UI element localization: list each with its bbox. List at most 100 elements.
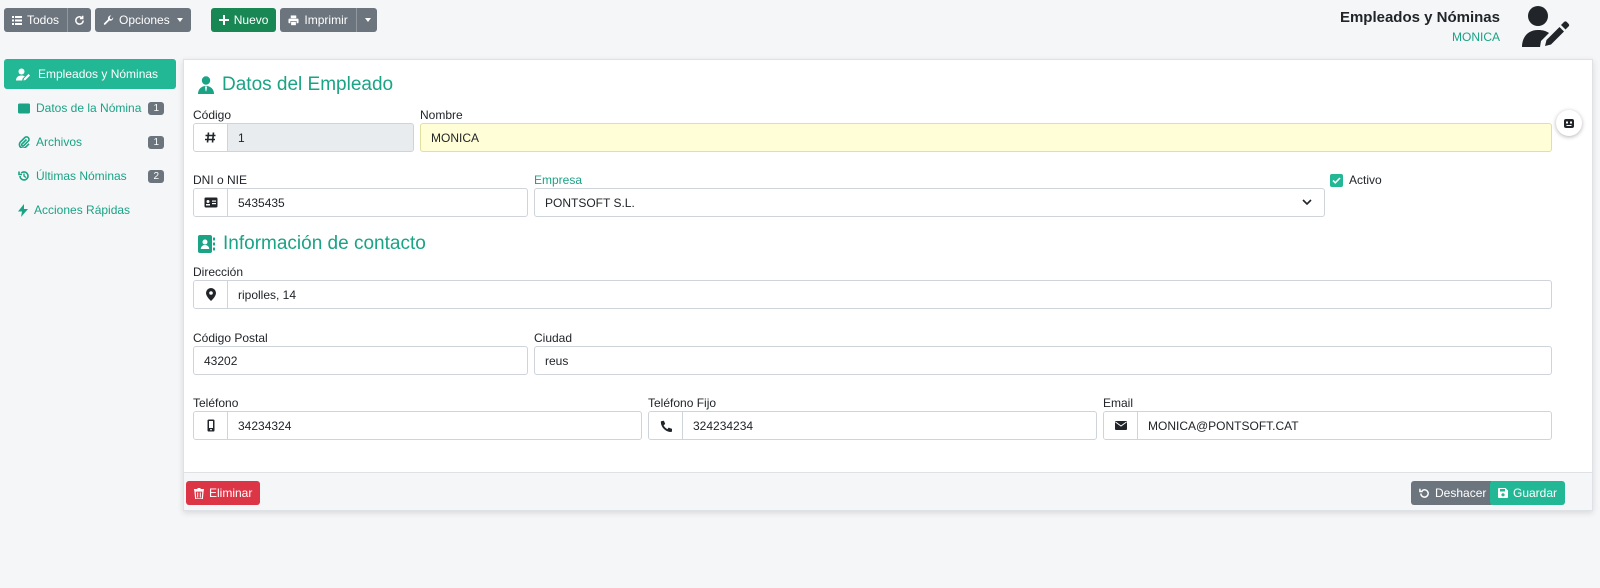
empresa-select[interactable]: PONTSOFT S.L. <box>534 188 1325 217</box>
nombre-field[interactable]: MONICA <box>420 123 1552 152</box>
fijo-label: Teléfono Fijo <box>648 396 717 410</box>
history-icon <box>18 171 29 181</box>
nuevo-button[interactable]: Nuevo <box>210 8 277 32</box>
direccion-field[interactable]: ripolles, 14 <box>193 280 1552 309</box>
user-edit-icon <box>16 68 30 80</box>
address-book-icon <box>198 235 215 253</box>
refresh-icon <box>75 15 84 25</box>
sidebar-item-acciones-rapidas[interactable]: Acciones Rápidas <box>4 195 176 225</box>
cp-label: Código Postal <box>193 331 268 345</box>
opciones-button[interactable]: Opciones <box>95 8 191 32</box>
toolbar: Todos Opciones Nuevo Imprimir <box>4 8 377 32</box>
sidebar-item-datos-nomina[interactable]: Datos de la Nómina 1 <box>4 93 176 123</box>
paperclip-icon <box>18 136 30 148</box>
printer-icon <box>288 14 299 26</box>
employee-form-card: Datos del Empleado Código 1 Nombre MONIC… <box>183 59 1593 511</box>
codigo-value: 1 <box>238 130 245 145</box>
sidebar-item-label: Acciones Rápidas <box>34 203 131 217</box>
ciudad-value: reus <box>545 353 569 368</box>
user-edit-icon <box>1522 6 1570 47</box>
chevron-down-icon <box>1302 199 1312 206</box>
phone-icon <box>649 412 683 439</box>
assistant-button[interactable] <box>1556 110 1582 136</box>
nombre-value: MONICA <box>431 130 479 145</box>
telefono-field[interactable]: 34234324 <box>193 411 642 440</box>
mobile-icon <box>194 412 228 439</box>
header: Empleados y Nóminas MONICA <box>1340 9 1500 44</box>
codigo-field[interactable]: 1 <box>193 123 414 152</box>
email-field[interactable]: MONICA@PONTSOFT.CAT <box>1103 411 1552 440</box>
section-title-text: Información de contacto <box>223 233 426 254</box>
dni-value: 5435435 <box>238 195 285 210</box>
direccion-label: Dirección <box>193 265 244 279</box>
refresh-button[interactable] <box>67 8 92 32</box>
imprimir-dropdown-button[interactable] <box>355 8 377 32</box>
envelope-icon <box>1104 412 1138 439</box>
empresa-value: PONTSOFT S.L. <box>545 195 635 210</box>
activo-label: Activo <box>1349 173 1382 187</box>
ciudad-field[interactable]: reus <box>534 346 1552 375</box>
deshacer-label: Deshacer <box>1435 486 1487 500</box>
list-icon <box>12 15 22 25</box>
hash-icon <box>194 124 228 151</box>
plus-icon <box>218 15 229 25</box>
sidebar-item-empleados[interactable]: Empleados y Nóminas <box>4 59 176 89</box>
imprimir-label: Imprimir <box>304 13 348 27</box>
count-badge: 2 <box>148 169 164 183</box>
imprimir-button[interactable]: Imprimir <box>280 8 356 32</box>
cp-field[interactable]: 43202 <box>193 346 528 375</box>
nombre-label: Nombre <box>420 108 463 122</box>
direccion-value: ripolles, 14 <box>238 287 297 302</box>
sidebar-item-label: Últimas Nóminas <box>36 169 127 183</box>
eliminar-button[interactable]: Eliminar <box>186 481 261 505</box>
guardar-button[interactable]: Guardar <box>1490 481 1566 505</box>
dni-field[interactable]: 5435435 <box>193 188 528 217</box>
empresa-label: Empresa <box>534 173 583 187</box>
cp-value: 43202 <box>204 353 238 368</box>
trash-icon <box>194 487 204 499</box>
bolt-icon <box>18 203 28 217</box>
sidebar-item-label: Empleados y Nóminas <box>38 67 159 81</box>
page-title: Empleados y Nóminas <box>1339 9 1500 26</box>
telefono-value: 34234324 <box>238 418 292 433</box>
email-label: Email <box>1103 396 1134 410</box>
sidebar-item-archivos[interactable]: Archivos 1 <box>4 127 176 157</box>
eliminar-label: Eliminar <box>209 486 253 500</box>
wallet-icon <box>18 103 30 113</box>
todos-button[interactable]: Todos <box>4 8 68 32</box>
count-badge: 1 <box>148 101 164 115</box>
id-card-icon <box>194 189 228 216</box>
activo-checkbox[interactable]: Activo <box>1330 173 1382 187</box>
deshacer-button[interactable]: Deshacer <box>1411 481 1495 505</box>
section-title-text: Datos del Empleado <box>222 74 394 95</box>
todos-label: Todos <box>27 13 60 27</box>
current-user-name: MONICA <box>1452 30 1500 44</box>
dni-label: DNI o NIE <box>193 173 248 187</box>
fijo-field[interactable]: 324234234 <box>648 411 1097 440</box>
fijo-value: 324234234 <box>693 418 754 433</box>
opciones-label: Opciones <box>119 13 170 27</box>
sidebar-item-label: Datos de la Nómina <box>36 101 142 115</box>
sidebar-item-label: Archivos <box>36 135 83 149</box>
caret-down-icon <box>176 18 183 22</box>
caret-down-icon <box>364 18 371 22</box>
undo-icon <box>1419 488 1429 498</box>
codigo-label: Código <box>193 108 232 122</box>
map-marker-icon <box>194 281 228 308</box>
imprimir-group: Imprimir <box>280 8 377 32</box>
telefono-label: Teléfono <box>193 396 239 410</box>
count-badge: 1 <box>148 135 164 149</box>
checkbox-checked-icon <box>1330 173 1343 187</box>
ciudad-label: Ciudad <box>534 331 573 345</box>
todos-group: Todos <box>4 8 92 32</box>
robot-icon <box>1564 118 1574 128</box>
form-footer: Eliminar Deshacer Guardar <box>184 472 1592 510</box>
section-title-employee: Datos del Empleado <box>198 74 393 96</box>
user-tie-icon <box>198 76 214 94</box>
sidebar-item-ultimas-nominas[interactable]: Últimas Nóminas 2 <box>4 161 176 191</box>
guardar-label: Guardar <box>1513 486 1558 500</box>
sidebar: Empleados y Nóminas Datos de la Nómina 1… <box>4 59 176 229</box>
save-icon <box>1498 488 1508 498</box>
nuevo-label: Nuevo <box>233 13 269 27</box>
email-value: MONICA@PONTSOFT.CAT <box>1148 418 1299 433</box>
